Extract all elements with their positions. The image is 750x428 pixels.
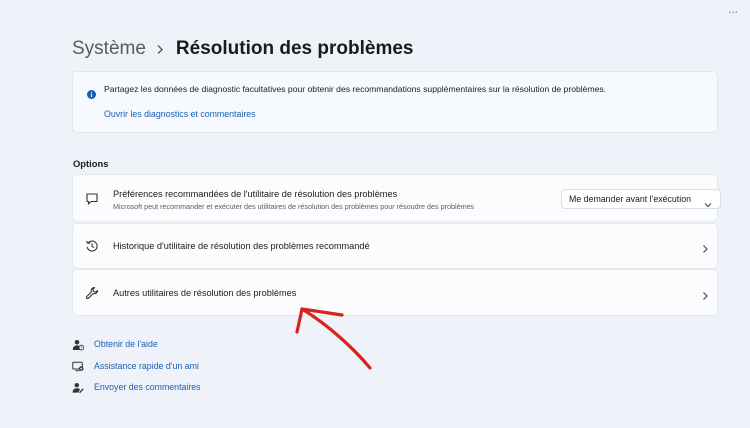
- info-icon: [87, 86, 96, 99]
- quick-assist-label: Assistance rapide d'un ami: [94, 361, 199, 371]
- feedback-icon: [72, 381, 84, 394]
- help-person-icon: ?: [72, 338, 85, 351]
- get-help-link[interactable]: ? Obtenir de l'aide: [72, 338, 158, 351]
- get-help-label: Obtenir de l'aide: [94, 339, 158, 349]
- other-troubleshooters-title: Autres utilitaires de résolution des pro…: [113, 288, 297, 298]
- history-icon: [85, 239, 99, 253]
- breadcrumb: Système Résolution des problèmes: [72, 36, 413, 62]
- recommended-preferences-row: Préférences recommandées de l'utilitaire…: [72, 174, 721, 222]
- page-title: Résolution des problèmes: [175, 38, 414, 59]
- quick-assist-link[interactable]: Assistance rapide d'un ami: [72, 360, 199, 372]
- diagnostic-info-card: Partagez les données de diagnostic facul…: [72, 71, 718, 133]
- chat-bubble-icon: [85, 192, 99, 206]
- options-section-label: Options: [73, 158, 109, 169]
- recommended-preferences-title: Préférences recommandées de l'utilitaire…: [113, 189, 398, 199]
- dropdown-selected-value: Me demander avant l'exécution: [569, 194, 691, 204]
- run-preference-dropdown[interactable]: Me demander avant l'exécution: [561, 189, 721, 209]
- send-feedback-label: Envoyer des commentaires: [94, 382, 201, 392]
- svg-text:?: ?: [80, 345, 82, 350]
- chevron-right-icon: [156, 44, 164, 55]
- diagnostic-info-text: Partagez les données de diagnostic facul…: [104, 84, 607, 94]
- breadcrumb-system[interactable]: Système: [72, 36, 146, 62]
- chevron-right-icon: [701, 288, 709, 300]
- troubleshooter-history-title: Historique d'utilitaire de résolution de…: [113, 241, 370, 251]
- open-diagnostics-link[interactable]: Ouvrir les diagnostics et commentaires: [104, 109, 256, 119]
- quick-assist-icon: [72, 360, 84, 372]
- troubleshooter-history-row[interactable]: Historique d'utilitaire de résolution de…: [72, 223, 718, 269]
- window-controls[interactable]: ...: [728, 2, 738, 16]
- send-feedback-link[interactable]: Envoyer des commentaires: [72, 381, 201, 394]
- chevron-right-icon: [701, 241, 709, 253]
- wrench-icon: [85, 286, 99, 300]
- chevron-down-icon: [704, 196, 712, 208]
- other-troubleshooters-row[interactable]: Autres utilitaires de résolution des pro…: [72, 269, 718, 316]
- recommended-preferences-description: Microsoft peut recommander et exécuter d…: [113, 202, 475, 211]
